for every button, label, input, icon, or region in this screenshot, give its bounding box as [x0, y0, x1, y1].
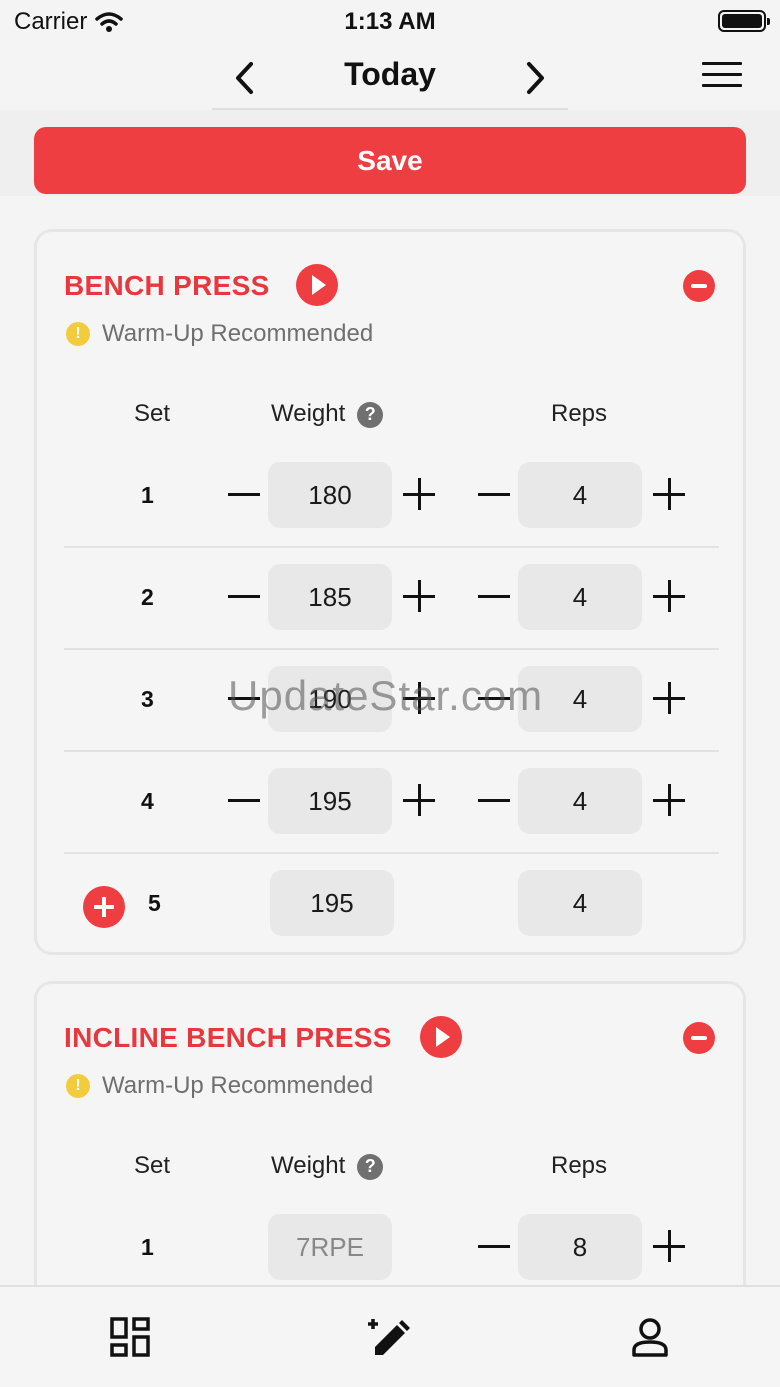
decrease-reps-button[interactable]	[478, 580, 512, 614]
set-number: 1	[141, 482, 154, 508]
help-icon[interactable]: ?	[357, 1153, 384, 1180]
save-button[interactable]: Save	[34, 127, 746, 194]
battery-icon	[718, 10, 770, 32]
exercise-card: BENCH PRESS ! Warm-Up Recommended Set We…	[34, 229, 746, 955]
increase-reps-button[interactable]	[653, 1230, 687, 1264]
decrease-reps-button[interactable]	[478, 1230, 512, 1264]
add-set-button[interactable]	[83, 886, 125, 928]
tab-dashboard[interactable]	[108, 1315, 152, 1359]
tab-workout-editor[interactable]	[367, 1315, 411, 1359]
nav-bar: Today	[0, 44, 780, 110]
weight-input[interactable]: 195	[270, 870, 394, 936]
weight-input[interactable]: 195	[268, 768, 392, 834]
set-number: 4	[141, 788, 154, 814]
play-video-button[interactable]	[420, 1016, 462, 1058]
reps-header: Reps	[551, 400, 608, 427]
set-number: 5	[148, 890, 161, 916]
increase-reps-button[interactable]	[653, 580, 687, 614]
weight-header: Weight?	[271, 1152, 384, 1180]
remove-exercise-button[interactable]	[683, 270, 715, 302]
set-row: 1 180 4	[37, 446, 749, 548]
reps-header: Reps	[551, 1152, 608, 1179]
warning-icon: !	[66, 322, 90, 346]
decrease-weight-button[interactable]	[228, 784, 262, 818]
warmup-notice: ! Warm-Up Recommended	[66, 320, 373, 348]
warmup-text: Warm-Up Recommended	[102, 320, 374, 347]
chevron-right-icon	[527, 62, 544, 94]
reps-input[interactable]: 4	[518, 462, 642, 528]
weight-header-label: Weight	[271, 1152, 346, 1179]
increase-weight-button[interactable]	[403, 478, 437, 512]
remove-exercise-button[interactable]	[683, 1022, 715, 1054]
set-header: Set	[134, 400, 171, 427]
menu-icon[interactable]	[702, 62, 742, 92]
set-row: 4 195 4	[37, 752, 749, 854]
reps-input[interactable]: 4	[518, 564, 642, 630]
tab-profile[interactable]	[628, 1315, 672, 1359]
increase-reps-button[interactable]	[653, 784, 687, 818]
profile-icon	[632, 1318, 668, 1357]
add-set-row: 5 195 4	[37, 854, 749, 956]
dashboard-icon	[110, 1317, 150, 1357]
decrease-weight-button[interactable]	[228, 478, 262, 512]
warmup-text: Warm-Up Recommended	[102, 1072, 374, 1099]
help-icon[interactable]: ?	[357, 401, 384, 428]
decrease-weight-button[interactable]	[228, 580, 262, 614]
weight-input[interactable]: 185	[268, 564, 392, 630]
set-number: 3	[141, 686, 154, 712]
weight-input[interactable]: 7RPE	[268, 1214, 392, 1280]
weight-input[interactable]: 180	[268, 462, 392, 528]
set-number: 2	[141, 584, 154, 610]
tab-bar	[0, 1285, 780, 1387]
status-bar: Carrier 1:13 AM	[0, 0, 780, 44]
exercise-title[interactable]: INCLINE BENCH PRESS	[64, 1022, 392, 1054]
exercise-title[interactable]: BENCH PRESS	[64, 270, 270, 302]
reps-input[interactable]: 4	[518, 870, 642, 936]
weight-header: Weight?	[271, 400, 384, 428]
reps-input[interactable]: 8	[518, 1214, 642, 1280]
set-row: 2 185 4	[37, 548, 749, 650]
weight-header-label: Weight	[271, 400, 346, 427]
warmup-notice: ! Warm-Up Recommended	[66, 1072, 373, 1100]
set-header: Set	[134, 1152, 171, 1179]
increase-reps-button[interactable]	[653, 682, 687, 716]
increase-weight-button[interactable]	[403, 580, 437, 614]
watermark: UpdateStar.com	[228, 672, 544, 719]
reps-input[interactable]: 4	[518, 768, 642, 834]
increase-weight-button[interactable]	[403, 784, 437, 818]
status-time: 1:13 AM	[344, 8, 436, 35]
edit-icon	[368, 1319, 410, 1355]
page-title: Today	[344, 56, 436, 92]
next-day-button[interactable]	[516, 58, 556, 98]
set-number: 1	[141, 1234, 154, 1260]
play-video-button[interactable]	[296, 264, 338, 306]
increase-reps-button[interactable]	[653, 478, 687, 512]
decrease-reps-button[interactable]	[478, 478, 512, 512]
warning-icon: !	[66, 1074, 90, 1098]
decrease-reps-button[interactable]	[478, 784, 512, 818]
